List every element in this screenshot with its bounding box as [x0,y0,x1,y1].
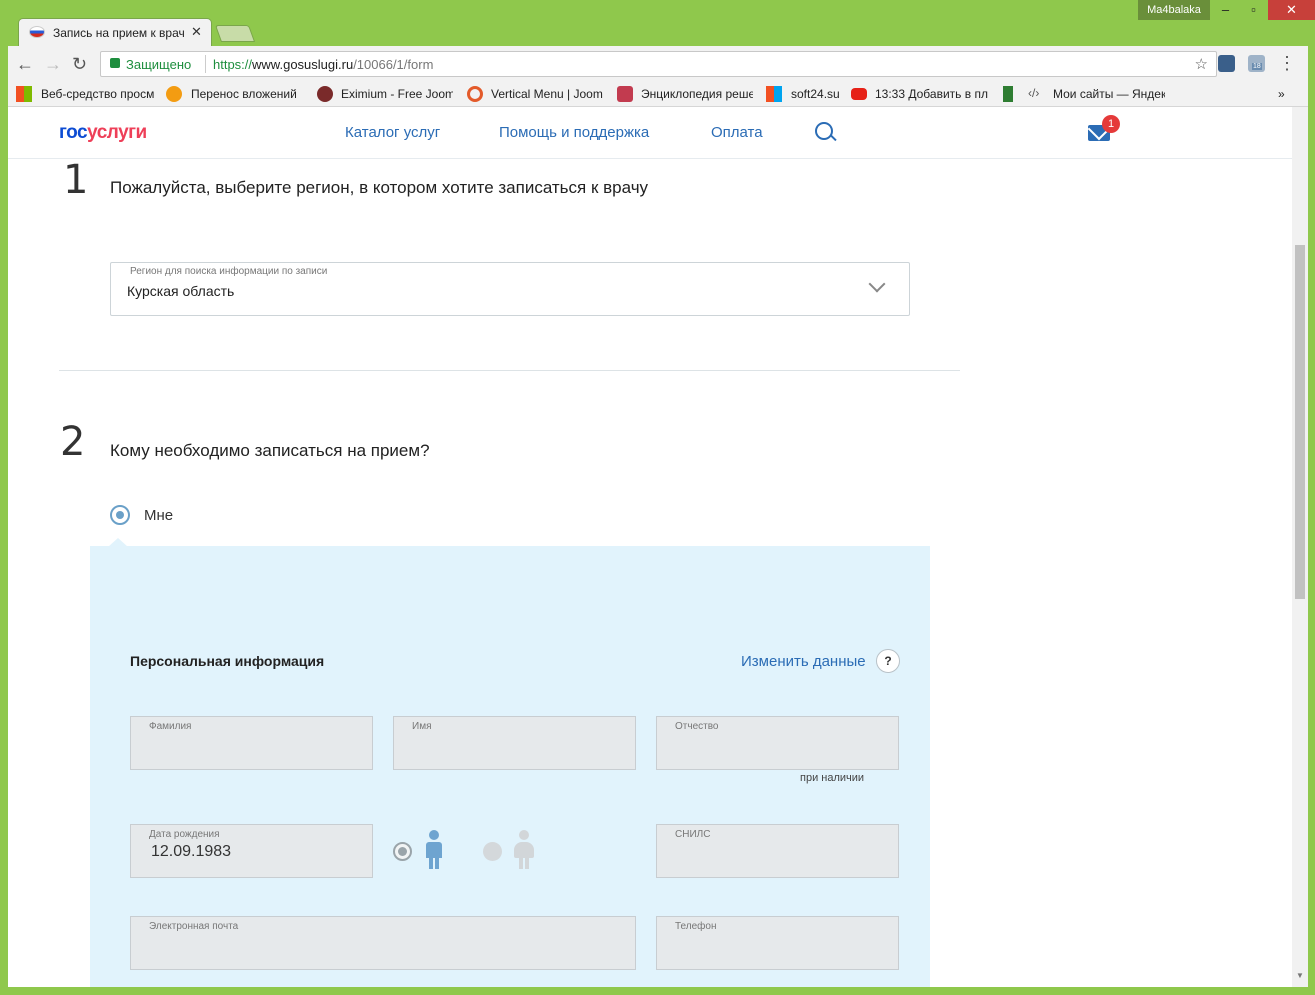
birthdate-field[interactable]: Дата рождения 12.09.1983 [130,824,373,878]
bookmark-item[interactable]: soft24.su [791,87,851,101]
lock-icon [110,58,120,68]
tab-title: Запись на прием к врач [53,26,185,40]
step-number: 2 [60,419,86,465]
nav-payment[interactable]: Оплата [711,124,763,141]
patronymic-label: Отчество [675,721,719,732]
step-title: Кому необходимо записаться на прием? [110,441,430,460]
birthdate-value: 12.09.1983 [151,843,232,860]
eximium-icon [317,86,333,102]
reload-icon[interactable]: ↻ [72,54,87,75]
windows-icon [16,86,32,102]
bookmark-item[interactable]: Энциклопедия реше [641,87,753,101]
browser-tab[interactable]: Запись на прием к врач ✕ [18,18,212,46]
snils-field[interactable]: СНИЛС [656,824,899,878]
browser-toolbar: ← → ↻ Защищено https://www.gosuslugi.ru/… [8,46,1308,82]
section-divider [59,370,960,371]
mail-extension-icon[interactable]: 18 [1248,55,1265,72]
window-titlebar: Запись на прием к врач ✕ Ma4balaka – ▫ ✕ [0,0,1315,46]
bookmark-item[interactable]: Веб-средство просм [41,87,156,101]
url-path: /10066/1/form [353,57,434,72]
gender-male-radio[interactable] [393,842,412,861]
phone-field[interactable]: Телефон [656,916,899,970]
minimize-icon[interactable]: – [1212,0,1239,20]
name-field[interactable]: Имя [393,716,636,770]
bookmark-item[interactable]: Vertical Menu | Joom [491,87,603,101]
search-icon[interactable] [815,122,833,140]
site-header: госуслуги Каталог услуг Помощь и поддерж… [8,107,1300,159]
patronymic-hint: при наличии [800,772,865,784]
page-viewport: госуслуги Каталог услуг Помощь и поддерж… [8,107,1308,987]
new-tab-button[interactable] [214,25,256,42]
window-bottom-border [0,987,1315,995]
snils-label: СНИЛС [675,829,711,840]
maximize-icon[interactable]: ▫ [1240,0,1267,20]
email-label: Электронная почта [149,921,239,932]
logo-part2: услуги [87,122,147,143]
back-icon[interactable]: ← [16,54,34,75]
bookmarks-bar: Веб-средство просм Перенос вложений Exim… [8,82,1308,107]
extension-icon[interactable] [1218,55,1235,72]
scrollbar-thumb[interactable] [1295,245,1305,599]
gender-female-radio[interactable] [483,842,502,861]
phone-label: Телефон [675,921,717,932]
radio-me-label[interactable]: Мне [144,507,173,524]
region-select[interactable]: Регион для поиска информации по записи К… [110,262,910,316]
russia-flag-icon [29,26,45,38]
logo-part1: гос [59,122,88,143]
region-label: Регион для поиска информации по записи [130,266,328,277]
step-title: Пожалуйста, выберите регион, в котором х… [110,178,649,197]
email-field[interactable]: Электронная почта [130,916,636,970]
nav-help[interactable]: Помощь и поддержка [499,124,649,141]
vertical-scrollbar[interactable]: ▼ [1292,107,1308,987]
nav-catalog[interactable]: Каталог услуг [345,124,440,141]
code-icon: ‹/› [1028,86,1040,100]
window-close-icon[interactable]: ✕ [1268,0,1315,20]
radio-me[interactable] [110,505,130,525]
joomla-icon [166,86,182,102]
bookmark-star-icon[interactable]: ☆ [1195,55,1208,73]
url-host: www.gosuslugi.ru [252,57,354,72]
personal-info-title: Персональная информация [130,653,325,669]
bookmark-item[interactable]: Перенос вложений [191,87,301,101]
address-bar[interactable]: Защищено https://www.gosuslugi.ru/10066/… [100,51,1217,77]
name-label: Имя [412,721,432,732]
region-value: Курская область [127,283,235,299]
more-bookmarks-icon[interactable]: » [1278,87,1285,101]
birthdate-label: Дата рождения [149,829,220,840]
profile-badge[interactable]: Ma4balaka [1138,0,1210,20]
edit-data-link[interactable]: Изменить данные [741,653,866,670]
soft24-icon [766,86,782,102]
step-number: 1 [63,157,89,203]
secure-label: Защищено [126,57,192,72]
personal-info-panel: Персональная информация Изменить данные … [90,546,930,987]
encyclopedia-icon [617,86,633,102]
youtube-icon [851,88,867,100]
chevron-down-icon[interactable] [868,275,886,293]
forward-icon[interactable]: → [44,54,62,75]
menu-icon[interactable]: ⋮ [1278,53,1296,74]
bookmark-item[interactable]: 13:33 Добавить в пл [875,87,990,101]
surname-field[interactable]: Фамилия [130,716,373,770]
exit-icon[interactable] [1003,86,1013,102]
url-scheme: https:// [213,57,253,72]
url-text[interactable]: https://www.gosuslugi.ru/10066/1/form [213,57,433,72]
help-button[interactable]: ? [876,649,900,673]
mail-count-badge: 1 [1102,115,1120,133]
bookmark-item[interactable]: Eximium - Free Joom [341,87,453,101]
bookmark-item[interactable]: Мои сайты — Яндек [1053,87,1165,101]
vertical-menu-icon [467,86,483,102]
scroll-down-icon[interactable]: ▼ [1296,971,1304,980]
gosuslugi-logo[interactable]: госуслуги [59,122,147,144]
surname-label: Фамилия [149,721,192,732]
extension-badge: 18 [1252,63,1262,70]
url-separator [205,55,206,73]
close-tab-icon[interactable]: ✕ [191,24,202,40]
patronymic-field[interactable]: Отчество [656,716,899,770]
